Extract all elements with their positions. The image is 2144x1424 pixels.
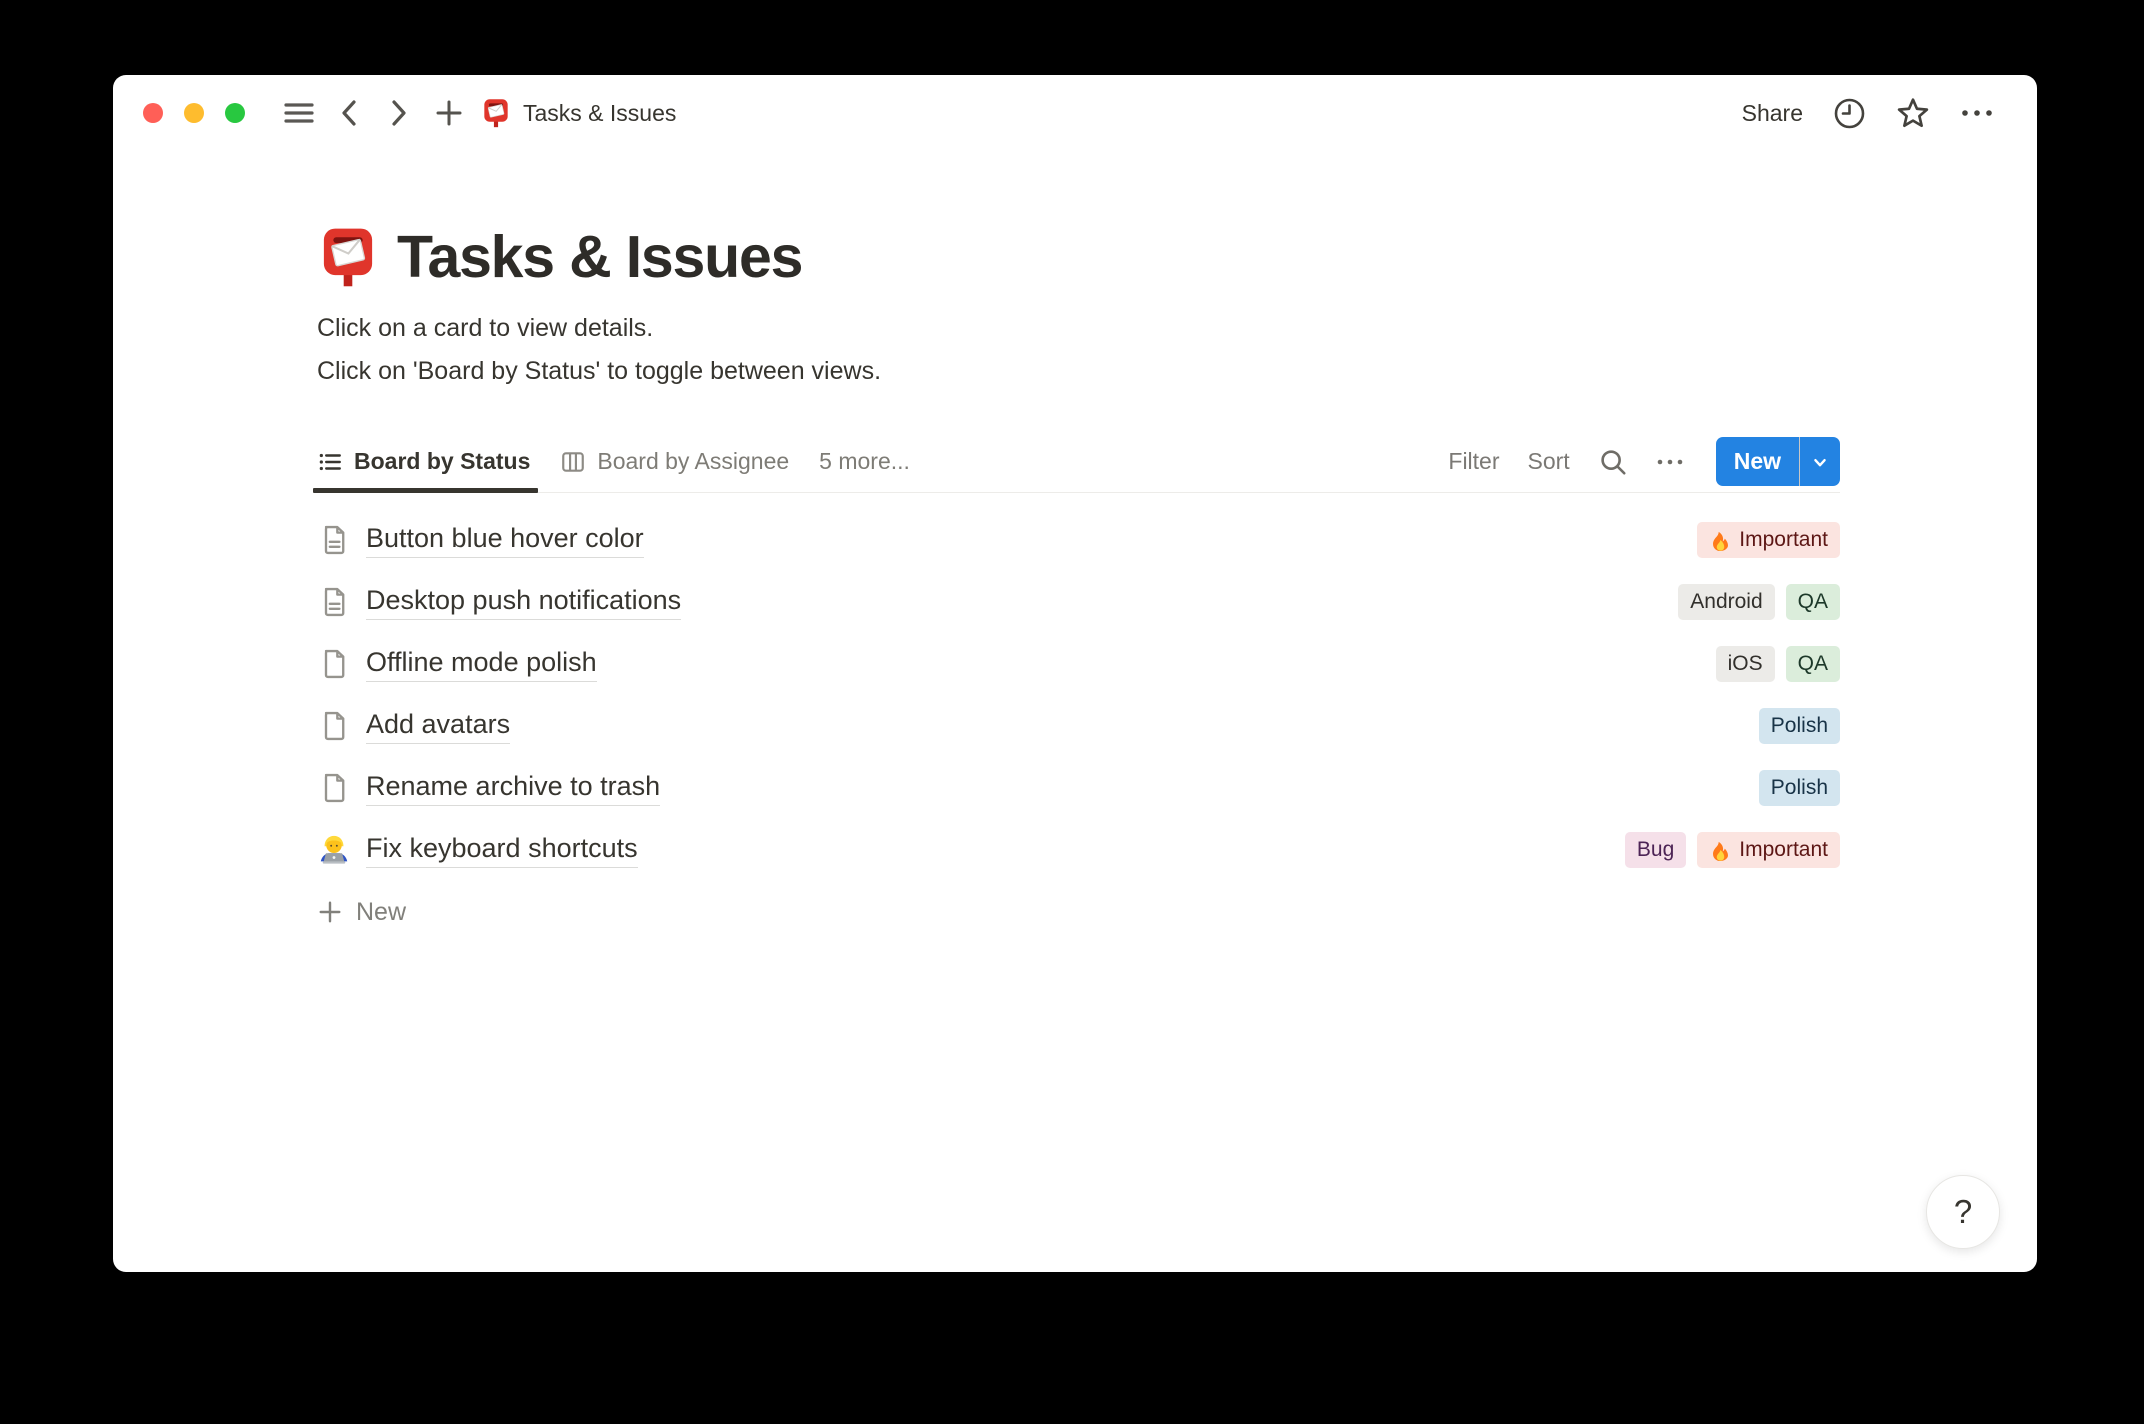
plus-icon (435, 99, 463, 127)
history-clock-icon (1833, 97, 1866, 130)
chevron-down-icon (1809, 451, 1831, 473)
tag-polish: Polish (1758, 770, 1840, 806)
tag-polish: Polish (1758, 708, 1840, 744)
page-text-icon (317, 586, 351, 618)
tab-board-by-status[interactable]: Board by Status (312, 431, 539, 493)
page-options-button[interactable] (1957, 93, 1997, 133)
table-row[interactable]: Fix keyboard shortcuts Bug Important (317, 819, 1840, 881)
row-tags: Bug Important (1624, 832, 1840, 868)
row-tags: Polish (1758, 770, 1840, 806)
tag-label: Polish (1770, 714, 1828, 737)
app-window: Tasks & Issues Share Tasks & Issues Clic… (113, 75, 2037, 1272)
updates-button[interactable] (1829, 93, 1869, 133)
search-button[interactable] (1598, 447, 1628, 477)
minimize-window-button[interactable] (184, 103, 204, 123)
traffic-lights (143, 103, 245, 123)
new-button[interactable]: New (1715, 437, 1799, 486)
page-title: Tasks & Issues (397, 224, 803, 290)
row-title[interactable]: Desktop push notifications (366, 585, 682, 620)
help-button[interactable]: ? (1926, 1175, 2000, 1249)
new-dropdown-button[interactable] (1800, 437, 1840, 486)
page-blank-icon (317, 648, 351, 680)
tag-label: QA (1797, 590, 1828, 613)
view-options-button[interactable] (1656, 458, 1684, 466)
tag-qa: QA (1785, 584, 1840, 620)
window-toolbar: Tasks & Issues Share (113, 75, 2037, 151)
row-tags: Android QA (1678, 584, 1840, 620)
row-tags: iOS QA (1715, 646, 1840, 682)
table-row[interactable]: Add avatars Polish (317, 695, 1840, 757)
page-description: Click on a card to view details. Click o… (317, 307, 1840, 393)
chevron-left-icon (337, 98, 361, 128)
view-bar: Board by Status Board by Assignee 5 more… (312, 431, 1840, 493)
row-title[interactable]: Rename archive to trash (366, 771, 661, 806)
tag-label: Important (1739, 528, 1828, 551)
close-window-button[interactable] (143, 103, 163, 123)
tag-label: iOS (1727, 652, 1763, 675)
page-blank-icon (317, 710, 351, 742)
breadcrumb[interactable]: Tasks & Issues (481, 98, 676, 128)
add-new-row-button[interactable]: New (317, 881, 406, 943)
add-new-row-label: New (356, 897, 407, 926)
tab-label: Board by Status (354, 448, 531, 474)
more-views-button[interactable]: 5 more... (819, 448, 910, 475)
hamburger-menu-icon (284, 101, 314, 125)
description-line: Click on 'Board by Status' to toggle bet… (317, 357, 882, 385)
tab-label: Board by Assignee (597, 448, 790, 474)
zoom-window-button[interactable] (225, 103, 245, 123)
share-button[interactable]: Share (1730, 94, 1815, 133)
fire-icon (1709, 839, 1732, 862)
postbox-emoji-icon[interactable] (317, 226, 379, 288)
row-title[interactable]: Button blue hover color (366, 523, 644, 558)
description-line: Click on a card to view details. (317, 314, 654, 342)
fire-icon (1709, 529, 1732, 552)
new-tab-button[interactable] (429, 93, 469, 133)
more-ellipsis-icon (1960, 108, 1994, 118)
chevron-right-icon (387, 98, 411, 128)
technologist-emoji-icon (317, 833, 351, 867)
table-row[interactable]: Offline mode polish iOS QA (317, 633, 1840, 695)
board-view-icon (560, 449, 586, 475)
row-tags: Important (1697, 522, 1840, 558)
table-row[interactable]: Button blue hover color Important (317, 509, 1840, 571)
row-title[interactable]: Offline mode polish (366, 647, 597, 682)
tag-android: Android (1678, 584, 1775, 620)
nav-back-button[interactable] (329, 93, 369, 133)
tag-qa: QA (1785, 646, 1840, 682)
nav-forward-button[interactable] (379, 93, 419, 133)
plus-icon (317, 899, 343, 925)
sidebar-menu-button[interactable] (279, 93, 319, 133)
table-row[interactable]: Rename archive to trash Polish (317, 757, 1840, 819)
tag-bug: Bug (1624, 832, 1687, 868)
favorite-button[interactable] (1893, 93, 1933, 133)
page-text-icon (317, 524, 351, 556)
postbox-emoji-icon (481, 98, 511, 128)
tag-important: Important (1697, 832, 1840, 868)
tag-label: Android (1690, 590, 1763, 613)
filter-button[interactable]: Filter (1448, 448, 1499, 475)
page-blank-icon (317, 772, 351, 804)
tag-label: QA (1797, 652, 1828, 675)
tag-label: Polish (1770, 776, 1828, 799)
table-row[interactable]: Desktop push notifications Android QA (317, 571, 1840, 633)
tag-label: Bug (1636, 838, 1675, 861)
tab-board-by-assignee[interactable]: Board by Assignee (560, 431, 789, 492)
list-view-icon (317, 449, 343, 475)
sort-button[interactable]: Sort (1528, 448, 1570, 475)
tag-important: Important (1697, 522, 1840, 558)
star-icon (1896, 96, 1930, 130)
row-tags: Polish (1758, 708, 1840, 744)
row-title[interactable]: Fix keyboard shortcuts (366, 833, 638, 868)
row-title[interactable]: Add avatars (366, 709, 511, 744)
more-ellipsis-icon (1656, 458, 1684, 466)
search-icon (1598, 447, 1628, 477)
tag-ios: iOS (1715, 646, 1775, 682)
window-title: Tasks & Issues (523, 99, 677, 126)
task-list: Button blue hover color Important Desktop … (317, 509, 1840, 881)
tag-label: Important (1739, 838, 1828, 861)
new-split-button: New (1715, 437, 1840, 486)
